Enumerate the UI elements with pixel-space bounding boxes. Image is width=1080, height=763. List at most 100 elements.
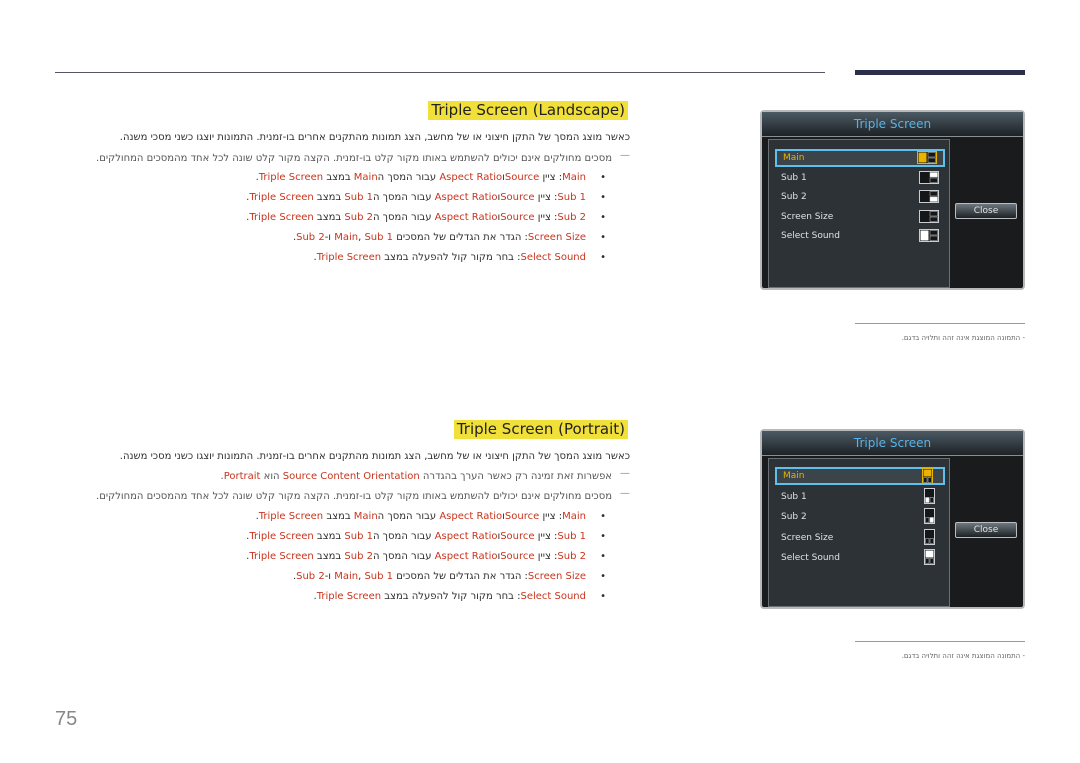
note-orientation: — אפשרות זאת זמינה רק כאשר הערך בהגדרה So… <box>221 468 630 483</box>
osd-menu-item-select-sound[interactable]: Select Sound <box>775 227 945 245</box>
note: — מסכים מחולקים אינם יכולים להשתמש באותו … <box>96 488 630 503</box>
bullet-text: במצב <box>323 511 354 522</box>
bullet-text: ו- <box>324 571 335 582</box>
osd-menu-item-screen-size[interactable]: Screen Size <box>775 208 945 226</box>
layout-main-selected-icon <box>917 151 937 164</box>
menu-term: Sub 2 <box>344 551 373 562</box>
note-text: מסכים מחולקים אינם יכולים להשתמש באותו מ… <box>96 153 612 164</box>
bullet-icon: • <box>600 212 606 223</box>
bullet-text: במצב <box>313 192 345 203</box>
bullet-text: עבור המסך ה <box>372 212 435 223</box>
osd-window: Triple Screen Main Sub 1 Sub 2 Screen Size S… <box>760 110 1025 290</box>
bullet-text: עבור המסך ה <box>372 531 435 542</box>
bullet-text: ו- <box>324 232 335 243</box>
osd-menu-item-sub-1[interactable]: Sub 1 <box>775 169 945 187</box>
menu-term: Source <box>500 192 535 203</box>
portrait-select-sound-icon <box>924 549 935 565</box>
menu-term: Triple Screen <box>249 192 314 203</box>
portrait-sub2-icon <box>924 508 935 524</box>
bullet-item: • Main: ציין SourceוAspect Ratio עבור המס… <box>256 171 608 184</box>
menu-term: Screen Size <box>527 232 586 243</box>
bullet-icon: • <box>600 571 606 582</box>
section-title: Triple Screen (Landscape) <box>428 101 628 120</box>
close-button[interactable]: Close <box>955 522 1017 538</box>
bullet-item: • Screen Size: הגדר את הגדלים של המסכים M… <box>293 231 608 244</box>
osd-menu-item-main[interactable]: Main <box>775 467 945 485</box>
bullet-text: במצב <box>313 212 345 223</box>
menu-term: Source <box>500 551 535 562</box>
menu-term: Triple Screen <box>258 511 324 522</box>
section-title: Triple Screen (Portrait) <box>453 420 628 439</box>
osd-menu-item-label: Sub 2 <box>781 192 807 202</box>
menu-term: Select Sound <box>520 591 586 602</box>
osd-menu-item-sub-2[interactable]: Sub 2 <box>775 508 945 526</box>
note-text: מסכים מחולקים אינם יכולים להשתמש באותו מ… <box>96 491 612 502</box>
menu-term: Aspect Ratio <box>434 192 498 203</box>
menu-term: Source <box>500 212 535 223</box>
bullet-text: עבור המסך ה <box>372 551 435 562</box>
menu-term: Sub 1 <box>344 531 373 542</box>
menu-term: Triple Screen <box>316 252 382 263</box>
bullet-text: : בחר מקור קול להפעלה במצב <box>381 591 521 602</box>
osd-menu-item-sub-2[interactable]: Sub 2 <box>775 188 945 206</box>
osd-title: Triple Screen <box>762 112 1023 137</box>
layout-screen-size-icon <box>919 209 939 223</box>
osd-menu-item-label: Sub 1 <box>781 172 807 183</box>
osd-menu-item-label: Screen Size <box>781 211 834 222</box>
bullet-text: : ציין <box>534 192 558 203</box>
osd-menu-item-label: Sub 2 <box>781 512 807 522</box>
footnote: - התמונה המוצגת אינה זהה ותלויה בדגם. <box>901 652 1025 660</box>
menu-term: Source <box>504 511 540 522</box>
note: — מסכים מחולקים אינם יכולים להשתמש באותו … <box>96 150 630 165</box>
bullet-icon: • <box>600 232 606 243</box>
menu-term: Sub 1 <box>364 232 394 243</box>
bullet-text: עבור המסך ה <box>377 172 440 183</box>
osd-menu-item-select-sound[interactable]: Select Sound <box>775 549 945 567</box>
menu-term: Sub 1 <box>364 571 394 582</box>
page-number: 75 <box>55 708 78 730</box>
note-dash-icon: — <box>620 468 630 479</box>
bullet-icon: • <box>600 511 606 522</box>
menu-term: Sub 1 <box>344 192 373 203</box>
portrait-main-selected-icon <box>922 468 933 484</box>
menu-term: Main <box>353 172 378 183</box>
menu-term: Aspect Ratio <box>434 531 498 542</box>
menu-term: Source <box>504 172 540 183</box>
bullet-text: : ציין <box>539 172 563 183</box>
osd-menu-item-label: Select Sound <box>781 553 840 563</box>
note-dash-icon: — <box>620 150 630 161</box>
menu-term: Triple Screen <box>249 551 314 562</box>
osd-menu-item-screen-size[interactable]: Screen Size <box>775 528 945 547</box>
bullet-text: : ציין <box>534 212 558 223</box>
menu-term: Sub 1 <box>557 192 586 203</box>
close-button[interactable]: Close <box>955 203 1017 219</box>
bullet-item: • Select Sound: בחר מקור קול להפעלה במצב … <box>314 251 608 264</box>
menu-term: Aspect Ratio <box>434 551 498 562</box>
menu-term: Aspect Ratio <box>434 212 498 223</box>
bullet-icon: • <box>600 591 606 602</box>
bullet-text: : בחר מקור קול להפעלה במצב <box>381 252 521 263</box>
menu-term: Select Sound <box>520 252 586 263</box>
osd-menu: Main Sub 1 Sub 2 Screen Size Select Sound <box>768 139 950 288</box>
portrait-screen-size-icon <box>924 528 935 545</box>
bullet-item: • Sub 2: ציין SourceוAspect Ratio עבור המ… <box>246 550 608 563</box>
menu-term: Triple Screen <box>249 531 314 542</box>
layout-sub1-icon <box>919 170 939 184</box>
bullet-item: • Sub 1: ציין SourceוAspect Ratio עבור המ… <box>246 530 608 543</box>
note-dash-icon: — <box>620 488 630 499</box>
portrait-sub1-icon <box>924 487 935 504</box>
osd-menu: Main Sub 1 Sub 2 Screen Size Select Sound <box>768 458 950 607</box>
osd-menu-item-label: Screen Size <box>781 532 834 543</box>
bullet-text: במצב <box>313 531 345 542</box>
bullet-icon: • <box>600 172 606 183</box>
menu-term: Triple Screen <box>258 172 324 183</box>
menu-term: Aspect Ratio <box>439 511 503 522</box>
bullet-text: עבור המסך ה <box>377 511 440 522</box>
bullet-text: : ציין <box>539 511 563 522</box>
osd-menu-item-label: Sub 1 <box>781 491 807 502</box>
osd-window: Triple Screen Main Sub 1 Sub 2 Screen Size S… <box>760 429 1025 609</box>
osd-menu-item-sub-1[interactable]: Sub 1 <box>775 487 945 506</box>
footnote-rule <box>855 641 1025 642</box>
header-accent-bar <box>855 70 1025 75</box>
osd-menu-item-main[interactable]: Main <box>775 149 945 167</box>
